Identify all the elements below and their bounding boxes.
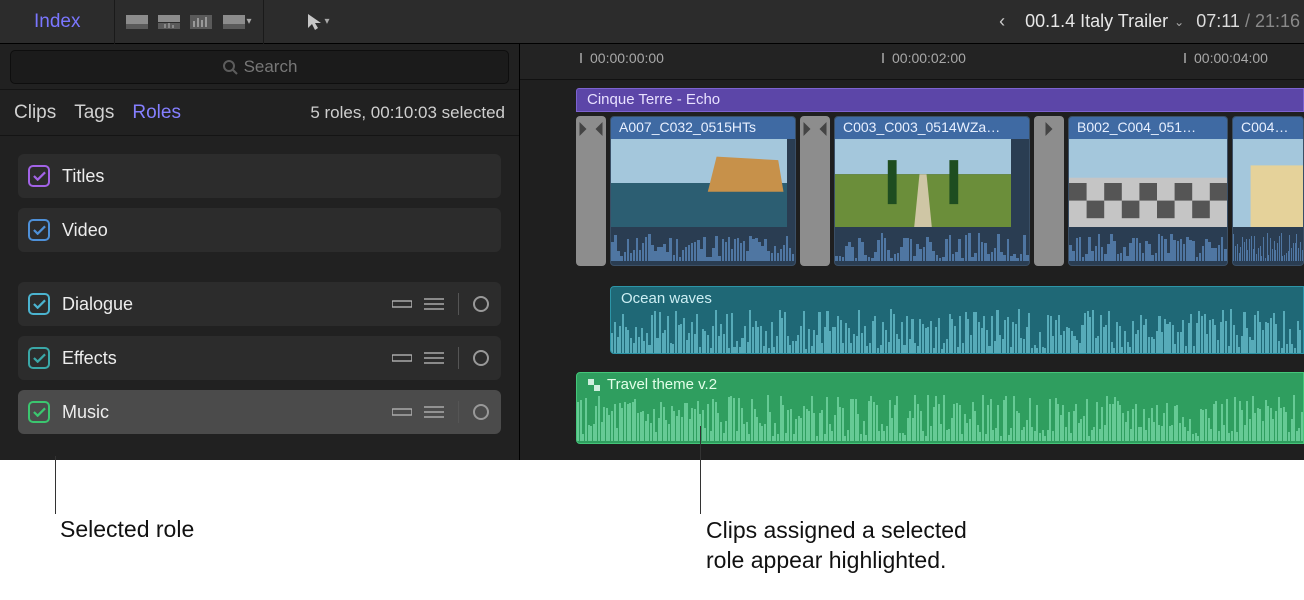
prev-edit-button[interactable]: ‹ <box>979 11 1025 32</box>
focus-lane-icon[interactable] <box>473 350 489 366</box>
checkbox-music[interactable] <box>28 401 50 423</box>
role-video[interactable]: Video <box>18 208 501 252</box>
tab-clips[interactable]: Clips <box>14 102 56 124</box>
transition-handle[interactable] <box>1034 116 1064 266</box>
clip-appearance-a-icon[interactable] <box>123 12 151 32</box>
select-tool-icon[interactable]: ▾ <box>298 12 338 32</box>
tab-tags[interactable]: Tags <box>74 102 114 124</box>
project-name-label: 00.1.4 Italy Trailer <box>1025 11 1168 32</box>
index-panel: Search Clips Tags Roles 5 roles, 00:10:0… <box>0 44 520 490</box>
top-toolbar: Index ▾ ▾ ‹ 00.1.4 Italy Trailer <box>0 0 1304 44</box>
role-label: Effects <box>62 348 380 369</box>
checkbox-dialogue[interactable] <box>28 293 50 315</box>
audio-clip-music[interactable]: Travel theme v.2 <box>576 372 1304 444</box>
search-placeholder: Search <box>244 57 298 77</box>
ruler-tick: 00:00:02:00 <box>892 50 966 66</box>
tab-roles[interactable]: Roles <box>132 102 181 124</box>
roles-list: Titles Video Dialogue <box>0 136 519 434</box>
timecode-display: 07:11 / 21:16 <box>1196 11 1304 32</box>
clip-label: B002_C004_051… <box>1069 117 1227 139</box>
index-button[interactable]: Index <box>0 11 114 33</box>
checkbox-effects[interactable] <box>28 347 50 369</box>
role-label: Dialogue <box>62 294 380 315</box>
callout-selected-role: Selected role <box>60 516 194 543</box>
transition-handle[interactable] <box>800 116 830 266</box>
chevron-down-icon: ▾ <box>246 16 251 27</box>
role-titles[interactable]: Titles <box>18 154 501 198</box>
lane-collapse-icon[interactable] <box>392 298 412 310</box>
lane-expand-icon[interactable] <box>424 297 444 311</box>
role-effects[interactable]: Effects <box>18 336 501 380</box>
lane-collapse-icon[interactable] <box>392 352 412 364</box>
callout-highlighted-clips: Clips assigned a selected role appear hi… <box>706 516 967 576</box>
timeline[interactable]: 00:00:00:00 00:00:02:00 00:00:04:00 Cinq… <box>520 44 1304 490</box>
lane-expand-icon[interactable] <box>424 351 444 365</box>
focus-lane-icon[interactable] <box>473 404 489 420</box>
primary-storyline[interactable]: A007_C032_0515HTs C003_C003_0514WZa… B00… <box>576 116 1304 266</box>
clip-label: C003_C003_0514WZa… <box>835 117 1029 139</box>
clip-label: Ocean waves <box>611 287 1303 310</box>
compound-clip-icon <box>587 378 601 392</box>
video-clip[interactable]: C003_C003_0514WZa… <box>834 116 1030 266</box>
clip-appearance-menu-icon[interactable]: ▾ <box>219 12 255 32</box>
ruler-tick: 00:00:00:00 <box>590 50 664 66</box>
clip-label: C004_… <box>1233 117 1303 139</box>
search-input[interactable]: Search <box>10 50 509 84</box>
clip-appearance-b-icon[interactable] <box>155 12 183 32</box>
audio-clip-ocean[interactable]: Ocean waves <box>610 286 1304 354</box>
project-name[interactable]: 00.1.4 Italy Trailer ⌄ <box>1025 11 1196 32</box>
clip-appearance-c-icon[interactable] <box>187 12 215 32</box>
chevron-down-icon: ⌄ <box>1174 15 1184 29</box>
video-clip[interactable]: A007_C032_0515HTs <box>610 116 796 266</box>
role-label: Titles <box>62 166 489 187</box>
search-icon <box>222 59 238 75</box>
clip-label: Travel theme v.2 <box>607 376 717 393</box>
checkbox-titles[interactable] <box>28 165 50 187</box>
role-label: Video <box>62 220 489 241</box>
roles-summary: 5 roles, 00:10:03 selected <box>310 103 505 123</box>
ruler-tick: 00:00:04:00 <box>1194 50 1268 66</box>
role-music[interactable]: Music <box>18 390 501 434</box>
lane-collapse-icon[interactable] <box>392 406 412 418</box>
storyline-header[interactable]: Cinque Terre - Echo <box>576 88 1304 112</box>
role-dialogue[interactable]: Dialogue <box>18 282 501 326</box>
chevron-down-icon: ▾ <box>324 16 329 27</box>
lane-expand-icon[interactable] <box>424 405 444 419</box>
role-label: Music <box>62 402 380 423</box>
index-tabs: Clips Tags Roles 5 roles, 00:10:03 selec… <box>0 90 519 136</box>
clip-label: A007_C032_0515HTs <box>611 117 795 139</box>
transition-handle[interactable] <box>576 116 606 266</box>
annotation-layer: Selected role Clips assigned a selected … <box>0 460 1304 600</box>
timeline-ruler[interactable]: 00:00:00:00 00:00:02:00 00:00:04:00 <box>520 44 1304 80</box>
focus-lane-icon[interactable] <box>473 296 489 312</box>
video-clip[interactable]: C004_… <box>1232 116 1304 266</box>
video-clip[interactable]: B002_C004_051… <box>1068 116 1228 266</box>
checkbox-video[interactable] <box>28 219 50 241</box>
